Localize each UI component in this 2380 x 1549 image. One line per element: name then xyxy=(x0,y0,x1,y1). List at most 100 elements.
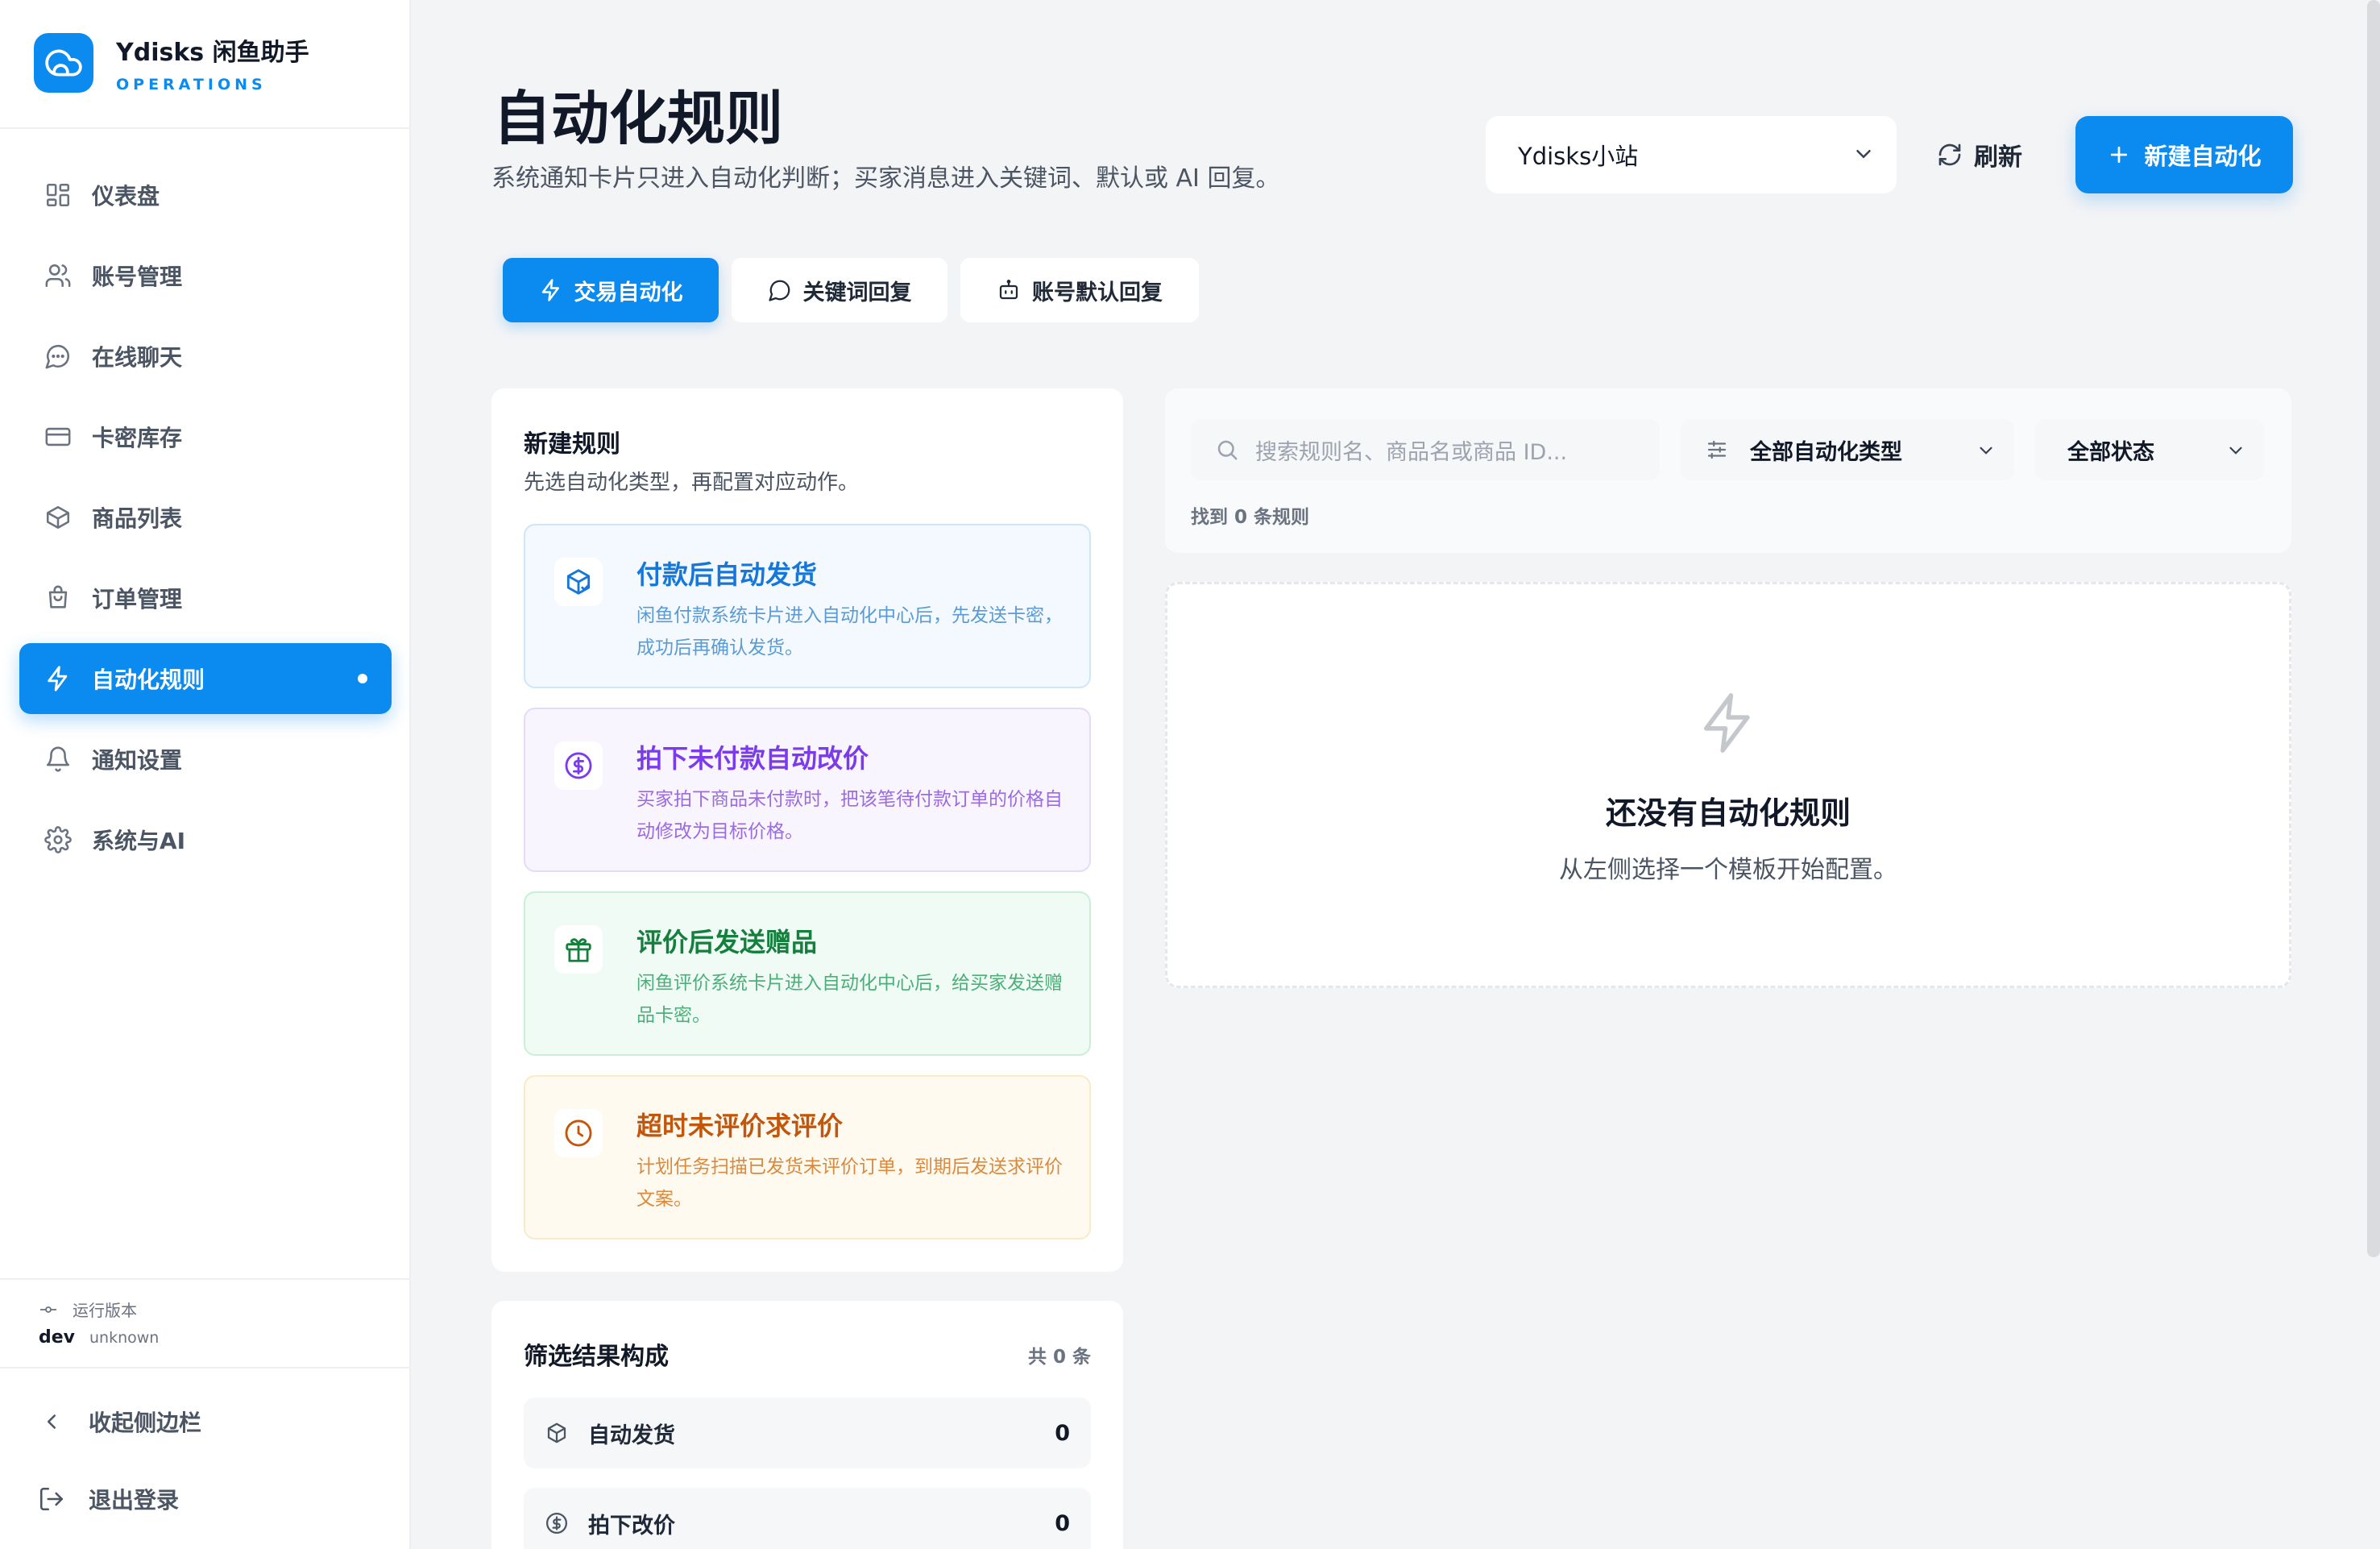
scrollbar[interactable] xyxy=(2367,0,2380,1257)
composition-row: 拍下改价 0 xyxy=(524,1488,1091,1549)
brand: Ydisks 闲鱼助手 OPERATIONS xyxy=(34,32,309,93)
panel-title: 筛选结果构成 xyxy=(524,1343,669,1371)
chat-icon xyxy=(42,340,74,372)
empty-title: 还没有自动化规则 xyxy=(1605,795,1851,831)
template-auto-reprice[interactable]: 拍下未付款自动改价 买家拍下商品未付款时，把该笔待付款订单的价格自动修改为目标价… xyxy=(524,708,1091,872)
panel-description: 先选自动化类型，再配置对应动作。 xyxy=(524,471,860,495)
logout-button[interactable]: 退出登录 xyxy=(35,1475,179,1523)
composition-total: 共 0 条 xyxy=(1027,1347,1091,1368)
divider xyxy=(0,127,411,129)
bag-icon xyxy=(42,582,74,614)
row-count: 0 xyxy=(1055,1510,1070,1536)
nav-item-notifications[interactable]: 通知设置 xyxy=(19,724,392,795)
new-automation-button[interactable]: 新建自动化 xyxy=(2075,116,2293,193)
account-select-value: Ydisks小站 xyxy=(1518,143,1639,170)
gift-icon xyxy=(554,925,603,974)
search-input[interactable]: 搜索规则名、商品名或商品 ID... xyxy=(1191,419,1660,480)
nav-label: 在线聊天 xyxy=(92,344,183,371)
refresh-icon xyxy=(1937,142,1963,168)
sliders-icon xyxy=(1705,438,1729,462)
template-description: 计划任务扫描已发货未评价订单，到期后发送求评价文案。 xyxy=(636,1157,1063,1210)
new-rule-panel: 新建规则 先选自动化类型，再配置对应动作。 付款后自动发货 闲鱼付款系统卡片进入… xyxy=(491,388,1123,1272)
template-title: 评价后发送赠品 xyxy=(636,927,818,957)
template-review-request[interactable]: 超时未评价求评价 计划任务扫描已发货未评价订单，到期后发送求评价文案。 xyxy=(524,1075,1091,1240)
divider xyxy=(0,1278,411,1280)
account-select[interactable]: Ydisks小站 xyxy=(1486,116,1897,193)
chevron-down-icon xyxy=(1976,440,1996,467)
dollar-icon xyxy=(554,741,603,790)
bolt-icon xyxy=(539,278,563,302)
page-title: 自动化规则 xyxy=(493,85,784,152)
empty-state xyxy=(1165,582,2291,988)
template-title: 超时未评价求评价 xyxy=(636,1111,844,1141)
template-auto-delivery[interactable]: 付款后自动发货 闲鱼付款系统卡片进入自动化中心后，先发送卡密，成功后再确认发货。 xyxy=(524,524,1091,688)
template-title: 拍下未付款自动改价 xyxy=(636,743,869,774)
dashboard-icon xyxy=(42,179,74,211)
nav-label: 商品列表 xyxy=(92,505,183,532)
sidebar: Ydisks 闲鱼助手 OPERATIONS 仪表盘 账号管理 在线聊天 卡密库… xyxy=(0,0,411,1549)
users-icon xyxy=(42,260,74,292)
tab-default-reply[interactable]: 账号默认回复 xyxy=(960,258,1199,322)
template-gift-after-review[interactable]: 评价后发送赠品 闲鱼评价系统卡片进入自动化中心后，给买家发送赠品卡密。 xyxy=(524,891,1091,1056)
template-description: 闲鱼付款系统卡片进入自动化中心后，先发送卡密，成功后再确认发货。 xyxy=(636,605,1063,658)
brand-subtitle: OPERATIONS xyxy=(116,76,267,93)
chevron-down-icon xyxy=(2225,440,2246,467)
result-count: 找到 0 条规则 xyxy=(1191,507,1310,528)
nav-item-products[interactable]: 商品列表 xyxy=(19,482,392,553)
panel-title: 新建规则 xyxy=(524,430,620,459)
composition-row: 自动发货 0 xyxy=(524,1397,1091,1468)
version-label: 运行版本 xyxy=(39,1298,137,1321)
nav-label: 仪表盘 xyxy=(92,183,160,210)
row-count: 0 xyxy=(1055,1420,1070,1446)
card-icon xyxy=(42,421,74,453)
version-value: dev unknown xyxy=(39,1327,160,1348)
bolt-icon xyxy=(1695,690,1761,759)
template-description: 闲鱼评价系统卡片进入自动化中心后，给买家发送赠品卡密。 xyxy=(636,973,1063,1026)
clock-icon xyxy=(554,1109,603,1157)
logout-icon xyxy=(35,1483,68,1515)
nav-label: 通知设置 xyxy=(92,747,183,774)
nav-item-accounts[interactable]: 账号管理 xyxy=(19,240,392,311)
chat-icon xyxy=(768,278,792,302)
gear-icon xyxy=(42,824,74,856)
bolt-icon xyxy=(42,662,74,695)
active-indicator xyxy=(358,674,367,683)
chevron-left-icon xyxy=(35,1406,68,1438)
brand-name: Ydisks 闲鱼助手 xyxy=(116,39,309,67)
nav-item-chat[interactable]: 在线聊天 xyxy=(19,321,392,392)
nav-label: 订单管理 xyxy=(92,586,183,613)
box-icon xyxy=(42,501,74,534)
collapse-sidebar-button[interactable]: 收起侧边栏 xyxy=(35,1397,201,1446)
composition-panel: 筛选结果构成 共 0 条 自动发货 0 拍下改价 0 xyxy=(491,1301,1123,1549)
plus-icon xyxy=(2107,143,2131,167)
bell-icon xyxy=(42,743,74,775)
cloud-logo-icon xyxy=(34,33,93,93)
automation-type-select[interactable]: 全部自动化类型 xyxy=(1681,419,2014,480)
nav-item-system-ai[interactable]: 系统与AI xyxy=(19,804,392,875)
nav-item-cards[interactable]: 卡密库存 xyxy=(19,401,392,472)
tab-keyword-reply[interactable]: 关键词回复 xyxy=(732,258,947,322)
search-placeholder: 搜索规则名、商品名或商品 ID... xyxy=(1255,439,1568,465)
nav-item-dashboard[interactable]: 仪表盘 xyxy=(19,160,392,230)
nav-label: 系统与AI xyxy=(92,828,186,854)
page-subtitle: 系统通知卡片只进入自动化判断；买家消息进入关键词、默认或 AI 回复。 xyxy=(491,164,1280,193)
package-check-icon xyxy=(554,558,603,606)
divider xyxy=(0,1367,411,1368)
nav-label: 账号管理 xyxy=(92,264,183,290)
template-title: 付款后自动发货 xyxy=(636,559,818,590)
package-check-icon xyxy=(545,1421,569,1445)
nav-item-orders[interactable]: 订单管理 xyxy=(19,563,392,633)
commit-icon xyxy=(40,1306,56,1313)
nav-label: 自动化规则 xyxy=(92,667,205,693)
nav-label: 卡密库存 xyxy=(92,425,183,451)
dollar-icon xyxy=(545,1511,569,1535)
tab-trade-automation[interactable]: 交易自动化 xyxy=(503,258,719,322)
status-select[interactable]: 全部状态 xyxy=(2035,419,2264,480)
nav-item-automation[interactable]: 自动化规则 xyxy=(19,643,392,714)
empty-description: 从左侧选择一个模板开始配置。 xyxy=(1559,856,1897,884)
template-description: 买家拍下商品未付款时，把该笔待付款订单的价格自动修改为目标价格。 xyxy=(636,789,1063,842)
bot-icon xyxy=(997,278,1021,302)
search-icon xyxy=(1215,438,1239,462)
refresh-button[interactable]: 刷新 xyxy=(1919,116,2040,193)
chevron-down-icon xyxy=(1851,142,1876,172)
